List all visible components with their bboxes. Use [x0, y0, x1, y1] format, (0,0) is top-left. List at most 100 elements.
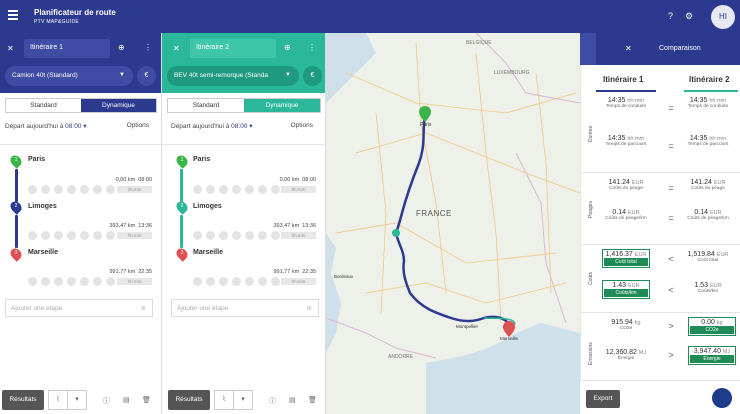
comparison-value: 141.24 EUR Coûts du péage	[608, 179, 644, 191]
print-icon[interactable]: ▤	[289, 396, 296, 404]
comparison-value: 14:35 hh:mm Temps de parcours	[605, 135, 647, 147]
stop-icons[interactable]	[193, 231, 280, 240]
comparison-operator: >	[668, 321, 674, 331]
currency-button[interactable]: €	[137, 66, 156, 86]
stop-duration[interactable]: hh:mm	[281, 278, 316, 285]
comparison-value: 1.53 EUR Coûts/km	[694, 282, 722, 294]
comparison-value: 14:35 hh:mm Temps de conduite	[605, 97, 647, 109]
comparison-value-best: 1,416.37 EUR Coût total	[602, 249, 650, 268]
export-button[interactable]: Export	[586, 390, 620, 408]
chart-icon[interactable]: ⌇	[214, 390, 234, 410]
stop-number: 2	[180, 203, 184, 209]
map-pin-limoges[interactable]	[392, 229, 400, 237]
route-segment	[180, 215, 183, 248]
comparison-value: 915.94 kg CO2e	[611, 319, 641, 331]
stop-icons[interactable]	[28, 231, 115, 240]
stop-number: 3	[14, 250, 18, 256]
stop-number: 3	[180, 250, 184, 256]
panel-footer: Résultats ⌇ ▾ ⓘ ▤ 🗑	[0, 387, 161, 414]
comparison-value: 0.14 EUR Coûts de péage/km	[687, 209, 729, 221]
app-subtitle: PTV MAP&GUIDE	[34, 19, 80, 25]
tab-standard[interactable]: Standard	[168, 99, 244, 112]
comparison-operator: <	[668, 285, 674, 295]
map-canvas[interactable]: FRANCE BELGIQUE LUXEMBOURG ANDORRE Paris…	[326, 33, 580, 414]
panel-footer: Résultats ⌇ ▾ ⓘ ▤ 🗑	[162, 387, 325, 414]
search-icon: ⊕	[140, 305, 146, 312]
search-icon: ⊕	[306, 305, 312, 312]
comparison-value: 14:35 hh:mm Temps de parcours	[687, 135, 729, 147]
tab-standard[interactable]: Standard	[6, 99, 81, 112]
options-link[interactable]: Options	[291, 122, 313, 129]
top-bar: Planificateur de route PTV MAP&GUIDE ? ⚙…	[0, 0, 740, 33]
departure-label[interactable]: Départ aujourd'hui à 08:00 ▾	[5, 122, 87, 130]
stop-icons[interactable]	[193, 277, 280, 286]
target-icon[interactable]: ⊕	[118, 43, 125, 52]
stop-icons[interactable]	[193, 185, 280, 194]
info-icon[interactable]: ⓘ	[103, 396, 110, 406]
vehicle-select[interactable]: Camion 40t (Standard) ▼	[5, 66, 133, 86]
stop-duration[interactable]: hh:mm	[117, 278, 152, 285]
stop-name[interactable]: Marseille	[28, 249, 58, 256]
stop-name[interactable]: Limoges	[28, 203, 57, 210]
avatar[interactable]: HI	[711, 5, 735, 29]
delete-icon[interactable]: 🗑	[142, 396, 151, 404]
stop-duration[interactable]: hh:mm	[281, 232, 316, 239]
stop-name[interactable]: Marseille	[193, 249, 223, 256]
chat-icon[interactable]	[712, 388, 732, 408]
close-icon[interactable]: ✕	[7, 44, 14, 53]
stop-icons[interactable]	[28, 277, 115, 286]
options-link[interactable]: Options	[127, 122, 149, 129]
app-title: Planificateur de route	[34, 8, 116, 17]
map-label-bordeaux: Bordeaux	[334, 274, 354, 279]
stop-duration[interactable]: hh:mm	[117, 232, 152, 239]
comparison-value-best: 0.00 kg CO2e	[688, 317, 736, 336]
target-icon[interactable]: ⊕	[284, 43, 291, 52]
stop-name[interactable]: Paris	[193, 156, 210, 163]
info-icon[interactable]: ⓘ	[269, 396, 276, 406]
delete-icon[interactable]: 🗑	[308, 396, 317, 404]
print-icon[interactable]: ▤	[123, 396, 130, 404]
route-name-field[interactable]: Itinéraire 1	[24, 39, 110, 58]
comparison-panel: ✕ Comparaison Itinéraire 1 Itinéraire 2 …	[580, 33, 740, 414]
comparison-operator: =	[668, 141, 674, 151]
chevron-down-icon[interactable]: ▾	[67, 390, 87, 410]
stop-icons[interactable]	[28, 185, 115, 194]
map-label-luxembourg: LUXEMBOURG	[494, 70, 530, 76]
tab-dynamique[interactable]: Dynamique	[244, 99, 320, 112]
stop-duration[interactable]: hh:mm	[117, 186, 152, 193]
route-name-field[interactable]: Itinéraire 2	[190, 39, 276, 58]
comparison-value: 14:35 hh:mm Temps de conduite	[687, 97, 729, 109]
departure-time: 08:00	[65, 123, 82, 130]
menu-icon[interactable]	[8, 10, 18, 20]
stop-name[interactable]: Limoges	[193, 203, 222, 210]
comparison-value: 0.14 EUR Coûts de péage/km	[605, 209, 647, 221]
vehicle-select[interactable]: BEV 40t semi-remorque (Standa ▼	[167, 66, 299, 86]
comparison-operator: =	[668, 103, 674, 113]
add-stop-input[interactable]: Ajouter une étape ⊕	[5, 299, 153, 317]
more-icon[interactable]: ⋮	[144, 43, 152, 52]
close-icon[interactable]: ✕	[625, 44, 632, 53]
chevron-down-icon[interactable]: ▾	[233, 390, 253, 410]
route-segment	[180, 169, 183, 202]
chart-icon[interactable]: ⌇	[48, 390, 68, 410]
more-icon[interactable]: ⋮	[308, 43, 316, 52]
comparison-value: 1,519.84 EUR Coût total	[687, 251, 729, 263]
help-icon[interactable]: ?	[668, 11, 673, 21]
tab-dynamique[interactable]: Dynamique	[81, 99, 156, 112]
currency-button[interactable]: €	[303, 66, 322, 86]
stop-duration[interactable]: hh:mm	[281, 186, 316, 193]
results-button[interactable]: Résultats	[168, 390, 210, 410]
add-stop-input[interactable]: Ajouter une étape ⊕	[171, 299, 319, 317]
column-header-2: Itinéraire 2	[689, 75, 730, 84]
stop-name[interactable]: Paris	[28, 156, 45, 163]
map-view[interactable]: FRANCE BELGIQUE LUXEMBOURG ANDORRE Paris…	[326, 33, 580, 414]
comparison-operator: =	[668, 213, 674, 223]
departure-label[interactable]: Départ aujourd'hui à 08:00 ▾	[171, 122, 253, 130]
results-button[interactable]: Résultats	[2, 390, 44, 410]
settings-icon[interactable]: ⚙	[685, 11, 693, 22]
stop-distance: 991,77 km 22:35	[273, 269, 316, 275]
comparison-header: ✕ Comparaison	[580, 33, 740, 65]
close-icon[interactable]: ✕	[173, 44, 180, 53]
stop-distance: 0,00 km 08:00	[115, 177, 152, 183]
map-label-andorre: ANDORRE	[388, 354, 414, 360]
